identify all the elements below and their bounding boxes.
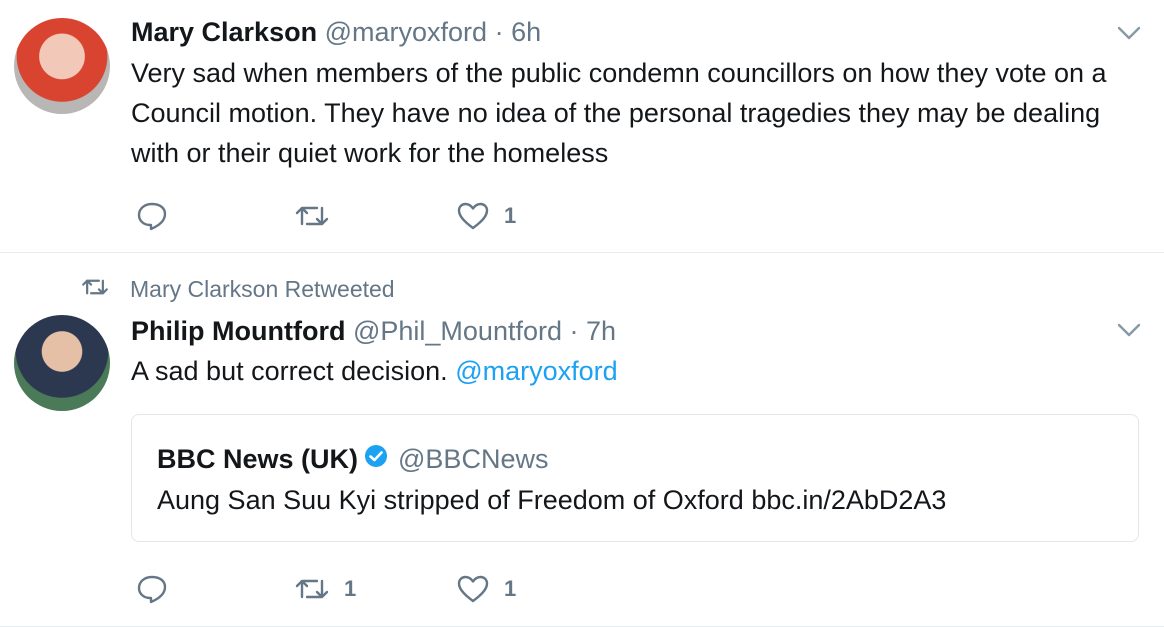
retweet-button[interactable] (294, 200, 344, 232)
heart-icon (456, 574, 490, 604)
like-button[interactable]: 1 (456, 573, 516, 605)
chevron-down-icon[interactable] (1116, 321, 1142, 339)
author-handle[interactable]: @Phil_Mountford (353, 316, 562, 346)
heart-icon (456, 201, 490, 231)
tweet-text-content: A sad but correct decision. (131, 356, 448, 386)
retweet-count: 1 (344, 576, 357, 601)
tweet-actions: 1 (136, 200, 636, 232)
tweet-actions: 1 1 (136, 573, 636, 605)
avatar[interactable] (14, 315, 110, 411)
tweet-text: A sad but correct decision. @maryoxford (131, 351, 1141, 391)
author-name[interactable]: Philip Mountford (131, 316, 345, 346)
author-name[interactable]: Mary Clarkson (131, 17, 317, 47)
retweet-button[interactable]: 1 (294, 573, 356, 605)
like-count: 1 (504, 203, 517, 228)
retweeted-by: Mary Clarkson Retweeted (80, 275, 395, 303)
reply-button[interactable] (136, 200, 182, 232)
tweet-time[interactable]: 6h (511, 17, 541, 47)
tweet-time[interactable]: 7h (586, 316, 616, 346)
quoted-author-handle: @BBCNews (398, 444, 549, 474)
retweet-icon (80, 276, 110, 303)
verified-badge-icon (364, 443, 388, 475)
tweet-header: Philip Mountford @Phil_Mountford · 7h (131, 315, 616, 347)
like-button[interactable]: 1 (456, 200, 516, 232)
reply-icon (136, 574, 168, 604)
retweet-icon (294, 202, 330, 230)
tweet-text: Very sad when members of the public cond… (131, 58, 1107, 168)
reply-button[interactable] (136, 573, 182, 605)
author-handle[interactable]: @maryoxford (325, 17, 487, 47)
like-count: 1 (504, 576, 517, 601)
reply-icon (136, 201, 168, 231)
tweet[interactable]: Mary Clarkson @maryoxford · 6h Very sad … (0, 0, 1164, 253)
avatar[interactable] (14, 18, 110, 114)
quoted-tweet-header: BBC News (UK) @BBCNews (157, 443, 548, 475)
retweet-icon (294, 575, 330, 603)
separator-dot: · (569, 316, 579, 346)
chevron-down-icon[interactable] (1116, 24, 1142, 42)
separator-dot: · (494, 17, 504, 47)
retweeted-by-label[interactable]: Mary Clarkson Retweeted (130, 276, 395, 303)
tweet-header: Mary Clarkson @maryoxford · 6h (131, 16, 541, 48)
quoted-tweet[interactable]: BBC News (UK) @BBCNews Aung San Suu Kyi … (131, 414, 1139, 542)
tweet[interactable]: Mary Clarkson Retweeted Philip Mountford… (0, 253, 1164, 627)
quoted-author-name: BBC News (UK) (157, 444, 359, 474)
mention-link[interactable]: @maryoxford (455, 356, 617, 386)
quoted-tweet-text: Aung San Suu Kyi stripped of Freedom of … (157, 485, 947, 515)
